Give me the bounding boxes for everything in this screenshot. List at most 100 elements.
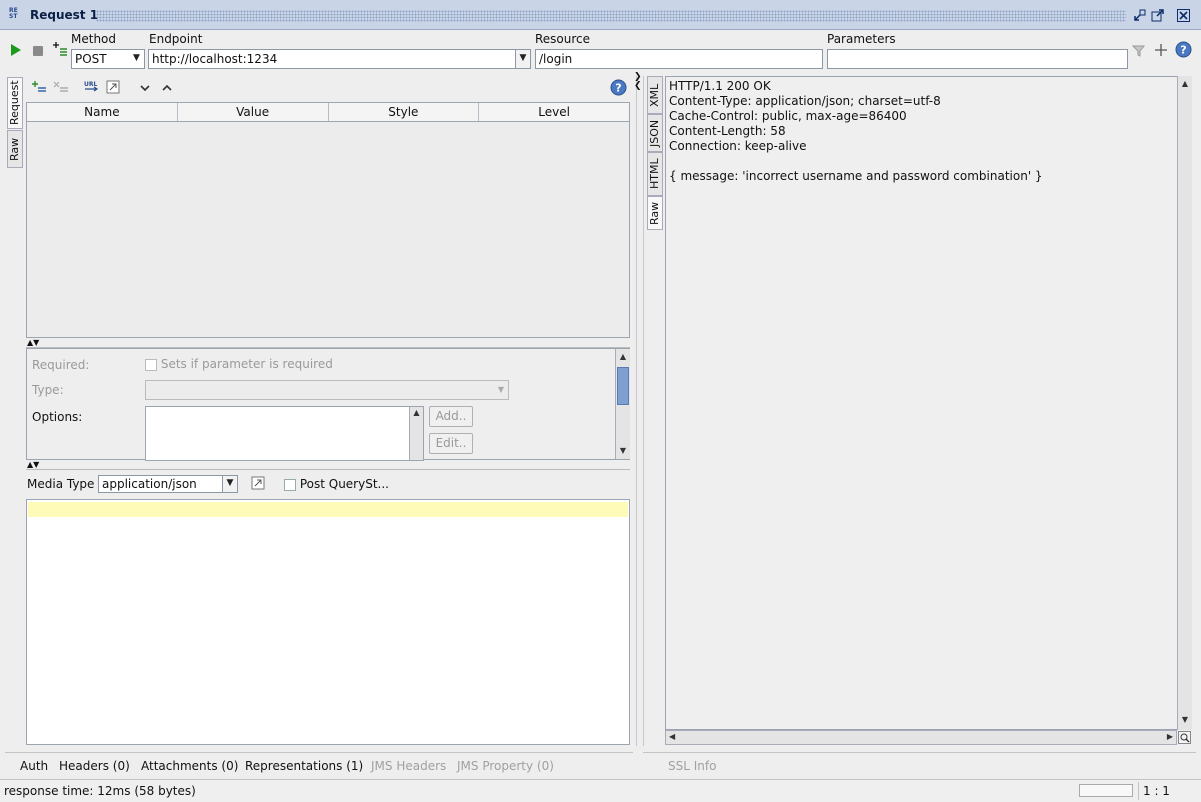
options-label: Options: [32, 410, 83, 424]
response-viewer[interactable]: HTTP/1.1 200 OK Content-Type: applicatio… [665, 76, 1180, 730]
post-query-checkbox[interactable] [284, 478, 296, 491]
column-header-name[interactable]: Name [27, 103, 178, 121]
detach-icon[interactable] [1151, 9, 1164, 22]
run-icon[interactable] [10, 43, 22, 60]
scroll-up-icon[interactable]: ▲ [410, 407, 423, 419]
options-list[interactable]: ▲ [145, 406, 424, 461]
options-scrollbar[interactable]: ▲ [409, 407, 423, 460]
scroll-left-icon[interactable]: ◀ [669, 731, 675, 743]
column-header-value[interactable]: Value [178, 103, 329, 121]
bottom-tabs-separator [643, 752, 1196, 753]
chevron-down-icon[interactable]: ▼ [498, 381, 504, 399]
table-header: Name Value Style Level [27, 103, 629, 122]
column-header-style[interactable]: Style [329, 103, 480, 121]
svg-text:?: ? [615, 82, 621, 95]
chevron-down-icon[interactable]: ▼ [222, 476, 237, 492]
add-param-icon[interactable] [31, 80, 47, 97]
chevron-down-icon[interactable]: ▼ [515, 50, 530, 68]
media-type-value: application/json [102, 477, 197, 491]
splitter-arrows-icon[interactable]: ▲▼ [27, 339, 39, 347]
add-option-button[interactable]: Add.. [429, 406, 473, 427]
tab-representations[interactable]: Representations (1) [245, 759, 363, 773]
status-divider [1138, 782, 1139, 800]
tab-jms-property[interactable]: JMS Property (0) [457, 759, 554, 773]
caret-position: 1 : 1 [1143, 784, 1170, 798]
progress-bar [1079, 784, 1133, 797]
move-down-icon[interactable] [140, 82, 150, 96]
tab-xml[interactable]: XML [647, 76, 663, 114]
tab-headers[interactable]: Headers (0) [59, 759, 130, 773]
close-icon[interactable] [1177, 9, 1190, 22]
scroll-down-icon[interactable]: ▼ [617, 445, 629, 457]
parameters-label: Parameters [827, 32, 896, 46]
add-parameter-icon[interactable] [1154, 43, 1168, 57]
minimize-icon[interactable] [1133, 9, 1146, 22]
tab-auth[interactable]: Auth [20, 759, 48, 773]
scroll-right-icon[interactable]: ▶ [1167, 731, 1173, 743]
tab-request[interactable]: Request [7, 77, 23, 129]
scroll-up-icon[interactable]: ▲ [616, 351, 630, 363]
stop-icon[interactable] [33, 45, 43, 59]
remove-param-icon[interactable] [53, 80, 69, 97]
response-time: response time: 12ms (58 bytes) [4, 784, 196, 798]
type-select[interactable]: ▼ [145, 380, 509, 400]
splitter[interactable] [26, 469, 630, 470]
required-label: Required: [32, 358, 90, 372]
resource-label: Resource [535, 32, 591, 46]
required-checkbox-row[interactable]: Sets if parameter is required [145, 357, 333, 371]
splitter-arrows-icon[interactable]: ▲▼ [27, 461, 39, 469]
rest-logo-icon: RE ST [9, 7, 18, 20]
column-header-level[interactable]: Level [479, 103, 629, 121]
endpoint-combo[interactable]: http://localhost:1234 ▼ [148, 49, 531, 69]
divider-arrows-icon[interactable]: ❯ ❮ [634, 73, 642, 91]
method-select-value: POST [75, 52, 107, 66]
response-vertical-scrollbar[interactable]: ▲ ▼ [1177, 76, 1192, 730]
detail-scrollbar[interactable]: ▲ ▼ [615, 349, 630, 459]
current-line-highlight [28, 502, 628, 517]
tab-jms-headers[interactable]: JMS Headers [371, 759, 446, 773]
method-select[interactable]: POST ▼ [71, 49, 145, 69]
parameters-input[interactable] [827, 49, 1128, 69]
status-bar: response time: 12ms (58 bytes) 1 : 1 [0, 779, 1201, 802]
chevron-down-icon[interactable]: ▼ [129, 50, 144, 68]
media-type-label: Media Type [27, 477, 95, 491]
clear-parameters-icon[interactable] [1131, 43, 1146, 57]
move-up-icon[interactable] [162, 82, 172, 96]
search-icon[interactable] [1178, 731, 1191, 744]
parameters-table[interactable]: Name Value Style Level [26, 102, 630, 338]
endpoint-label: Endpoint [149, 32, 203, 46]
url-encode-icon[interactable]: URL [83, 79, 101, 98]
resource-input[interactable]: /login [535, 49, 823, 69]
post-query-row[interactable]: Post QuerySt... [284, 477, 389, 491]
method-label: Method [71, 32, 117, 46]
add-to-testcase-icon[interactable] [52, 41, 68, 60]
response-raw-text: HTTP/1.1 200 OK Content-Type: applicatio… [669, 79, 1043, 183]
tab-html[interactable]: HTML [647, 152, 663, 196]
tab-attachments[interactable]: Attachments (0) [141, 759, 238, 773]
expand-icon[interactable] [251, 476, 265, 493]
help-icon[interactable]: ? [1175, 41, 1192, 58]
resource-value: /login [539, 52, 573, 66]
required-checkbox-label: Sets if parameter is required [160, 357, 333, 371]
expand-icon[interactable] [106, 80, 120, 97]
response-horizontal-scrollbar[interactable]: ◀ ▶ [665, 730, 1177, 745]
tab-raw-response[interactable]: Raw [647, 196, 663, 230]
scroll-up-icon[interactable]: ▲ [1178, 78, 1192, 90]
tab-raw[interactable]: Raw [7, 130, 23, 168]
help-icon[interactable]: ? [610, 79, 627, 99]
endpoint-value: http://localhost:1234 [152, 52, 278, 66]
title-bar: RE ST Request 1 [0, 0, 1201, 30]
bottom-tabs-separator [5, 752, 633, 753]
required-checkbox[interactable] [145, 358, 157, 371]
svg-text:?: ? [1180, 44, 1186, 57]
tab-json[interactable]: JSON [647, 114, 663, 152]
scroll-thumb[interactable] [617, 367, 629, 405]
media-type-combo[interactable]: application/json ▼ [98, 475, 238, 493]
type-label: Type: [32, 383, 64, 397]
window-title: Request 1 [30, 8, 99, 22]
scroll-down-icon[interactable]: ▼ [1179, 714, 1191, 726]
panel-divider[interactable] [636, 76, 644, 746]
request-body-editor[interactable] [26, 499, 630, 745]
edit-option-button[interactable]: Edit.. [429, 433, 473, 454]
tab-ssl-info[interactable]: SSL Info [668, 759, 716, 773]
